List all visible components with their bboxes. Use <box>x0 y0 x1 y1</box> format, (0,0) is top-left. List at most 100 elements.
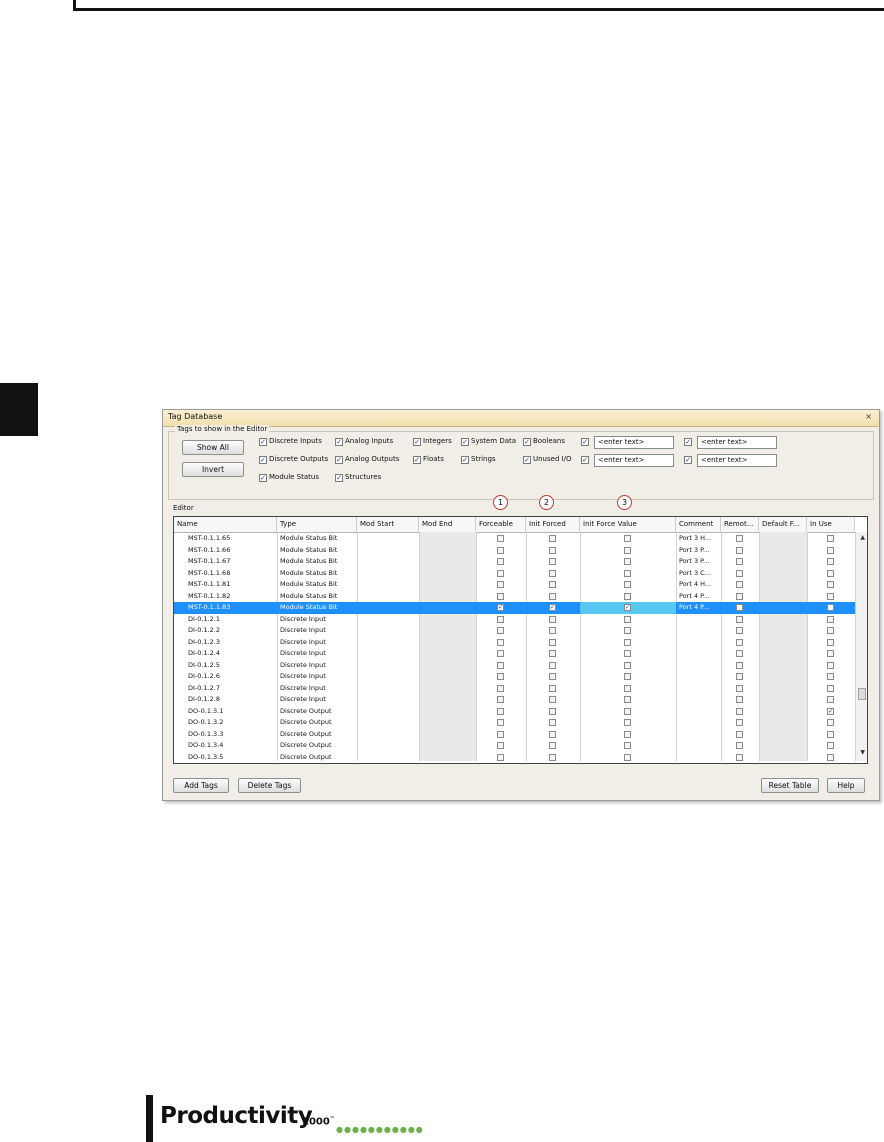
init-force-value-checkbox[interactable] <box>624 627 631 634</box>
init-force-value-checkbox[interactable] <box>624 615 631 623</box>
scroll-down-icon[interactable]: ▼ <box>860 749 865 756</box>
forceable-checkbox[interactable] <box>497 753 504 761</box>
in-use-checkbox[interactable] <box>827 581 834 588</box>
table-row[interactable]: DO-0.1.3.2 Discrete Output <box>174 717 855 729</box>
init-force-value-checkbox[interactable] <box>624 730 631 738</box>
remote-checkbox[interactable] <box>736 638 743 646</box>
forceable-checkbox[interactable] <box>497 558 504 565</box>
forceable-checkbox[interactable] <box>497 535 504 542</box>
remote-checkbox[interactable] <box>736 696 743 703</box>
remote-checkbox[interactable] <box>736 627 743 634</box>
init-force-value-checkbox[interactable] <box>624 753 631 761</box>
init-force-value-checkbox[interactable] <box>624 546 631 554</box>
in-use-checkbox[interactable] <box>827 753 834 761</box>
col-header-mod-start[interactable]: Mod Start <box>357 517 419 532</box>
col-header-default-f[interactable]: Default F... <box>759 517 807 532</box>
table-row[interactable]: DI-0.1.2.8 Discrete Input <box>174 694 855 706</box>
table-row[interactable]: DI-0.1.2.7 Discrete Input <box>174 683 855 695</box>
close-icon[interactable]: × <box>865 412 872 421</box>
remote-checkbox[interactable] <box>736 604 743 611</box>
remote-checkbox[interactable] <box>736 742 743 749</box>
table-row[interactable]: DI-0.1.2.1 Discrete Input <box>174 614 855 626</box>
in-use-checkbox[interactable] <box>827 742 834 749</box>
remote-checkbox[interactable] <box>736 592 743 600</box>
init-forced-checkbox[interactable] <box>549 592 556 600</box>
forceable-checkbox[interactable] <box>497 581 504 588</box>
forceable-checkbox[interactable] <box>497 730 504 738</box>
forceable-checkbox[interactable] <box>497 615 504 623</box>
init-forced-checkbox[interactable] <box>549 730 556 738</box>
remote-checkbox[interactable] <box>736 535 743 542</box>
unused-io-checkbox[interactable]: ✓ <box>523 456 531 464</box>
table-row[interactable]: MST-0.1.1.66 Module Status Bit Port 3 P... <box>174 545 855 557</box>
forceable-checkbox[interactable] <box>497 638 504 646</box>
col-header-init-forced[interactable]: Init Forced <box>526 517 580 532</box>
init-force-value-checkbox[interactable] <box>624 742 631 749</box>
remote-checkbox[interactable] <box>736 673 743 680</box>
table-row[interactable]: DI-0.1.2.6 Discrete Input <box>174 671 855 683</box>
init-forced-checkbox[interactable] <box>549 650 556 657</box>
booleans-checkbox[interactable]: ✓ <box>523 438 531 446</box>
table-row[interactable]: MST-0.1.1.67 Module Status Bit Port 3 P... <box>174 556 855 568</box>
forceable-checkbox[interactable] <box>497 627 504 634</box>
in-use-checkbox[interactable] <box>827 569 834 577</box>
remote-checkbox[interactable] <box>736 753 743 761</box>
text-filter-2-checkbox[interactable]: ✓ <box>684 438 692 446</box>
reset-table-button[interactable]: Reset Table <box>761 778 819 793</box>
init-forced-checkbox[interactable] <box>549 615 556 623</box>
forceable-checkbox[interactable] <box>497 719 504 726</box>
init-force-value-checkbox[interactable] <box>624 650 631 657</box>
table-row[interactable]: DI-0.1.2.5 Discrete Input <box>174 660 855 672</box>
table-row[interactable]: DI-0.1.2.4 Discrete Input <box>174 648 855 660</box>
table-row[interactable]: MST-0.1.1.83 Module Status Bit Port 4 P...… <box>174 602 855 614</box>
col-header-init-force-value[interactable]: Init Force Value <box>580 517 676 532</box>
discrete-outputs-checkbox[interactable]: ✓ <box>259 456 267 464</box>
init-forced-checkbox[interactable] <box>549 558 556 565</box>
init-forced-checkbox[interactable] <box>549 546 556 554</box>
analog-inputs-checkbox[interactable]: ✓ <box>335 438 343 446</box>
text-filter-3-checkbox[interactable]: ✓ <box>581 456 589 464</box>
forceable-checkbox[interactable] <box>497 707 504 715</box>
in-use-checkbox[interactable] <box>827 592 834 600</box>
text-filter-1-checkbox[interactable]: ✓ <box>581 438 589 446</box>
in-use-checkbox[interactable] <box>827 673 834 680</box>
init-forced-checkbox[interactable] <box>549 569 556 577</box>
forceable-checkbox[interactable] <box>497 546 504 554</box>
remote-checkbox[interactable] <box>736 707 743 715</box>
init-forced-checkbox[interactable] <box>549 684 556 692</box>
grid-scrollbar[interactable] <box>855 532 867 761</box>
in-use-checkbox[interactable] <box>827 650 834 657</box>
forceable-checkbox[interactable] <box>497 696 504 703</box>
add-tags-button[interactable]: Add Tags <box>173 778 229 793</box>
col-header-in-use[interactable]: In Use <box>807 517 855 532</box>
text-filter-4-input[interactable]: <enter text> <box>697 454 777 467</box>
init-forced-checkbox[interactable] <box>549 696 556 703</box>
table-row[interactable]: DO-0.1.3.3 Discrete Output <box>174 729 855 741</box>
table-row[interactable]: MST-0.1.1.82 Module Status Bit Port 4 P... <box>174 591 855 603</box>
init-force-value-checkbox[interactable] <box>624 707 631 715</box>
init-force-value-checkbox[interactable] <box>624 696 631 703</box>
col-header-remote[interactable]: Remot... <box>721 517 759 532</box>
init-force-value-checkbox[interactable] <box>624 719 631 726</box>
remote-checkbox[interactable] <box>736 546 743 554</box>
table-row[interactable]: DO-0.1.3.5 Discrete Output <box>174 752 855 764</box>
text-filter-1-input[interactable]: <enter text> <box>594 436 674 449</box>
analog-outputs-checkbox[interactable]: ✓ <box>335 456 343 464</box>
in-use-checkbox[interactable] <box>827 638 834 646</box>
remote-checkbox[interactable] <box>736 719 743 726</box>
init-forced-checkbox[interactable] <box>549 661 556 669</box>
remote-checkbox[interactable] <box>736 684 743 692</box>
forceable-checkbox[interactable] <box>497 684 504 692</box>
table-row[interactable]: MST-0.1.1.65 Module Status Bit Port 3 H... <box>174 533 855 545</box>
table-row[interactable]: DI-0.1.2.3 Discrete Input <box>174 637 855 649</box>
tag-editor-grid[interactable]: Name Type Mod Start Mod End Forceable In… <box>173 516 868 764</box>
col-header-name[interactable]: Name <box>174 517 277 532</box>
in-use-checkbox[interactable] <box>827 627 834 634</box>
floats-checkbox[interactable]: ✓ <box>413 456 421 464</box>
table-row[interactable]: DO-0.1.3.4 Discrete Output <box>174 740 855 752</box>
in-use-checkbox[interactable] <box>827 558 834 565</box>
table-row[interactable]: MST-0.1.1.68 Module Status Bit Port 3 C... <box>174 568 855 580</box>
init-forced-checkbox[interactable] <box>549 638 556 646</box>
init-force-value-checkbox[interactable] <box>624 569 631 577</box>
table-row[interactable]: DI-0.1.2.2 Discrete Input <box>174 625 855 637</box>
